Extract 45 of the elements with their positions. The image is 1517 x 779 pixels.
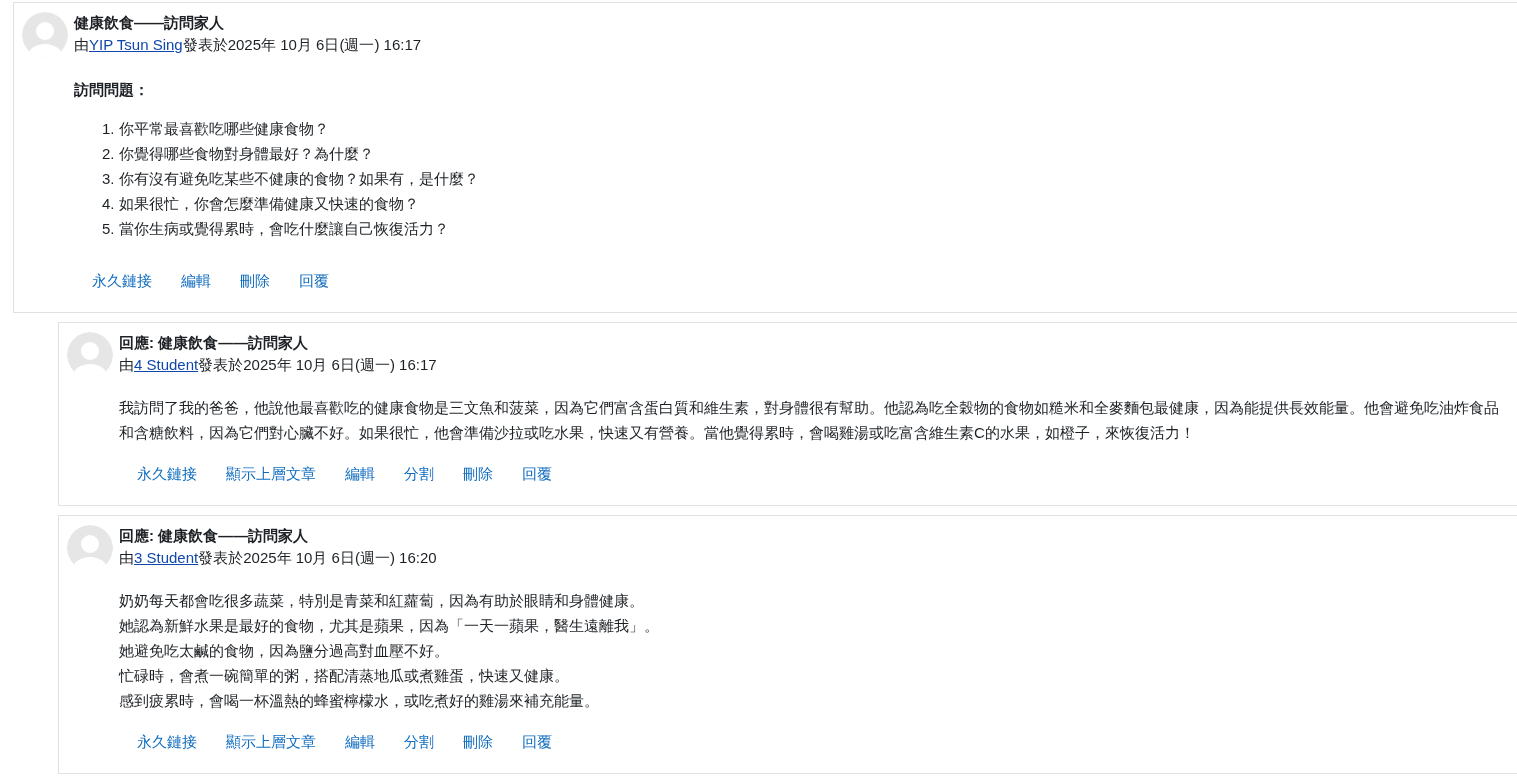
post-text-line: 她避免吃太鹹的食物，因為鹽分過高對血壓不好。	[119, 641, 450, 661]
author-link[interactable]: YIP Tsun Sing	[89, 36, 183, 53]
avatar-icon	[67, 332, 113, 378]
action-link[interactable]: 永久鏈接	[137, 731, 197, 753]
post-text-line: 她認為新鮮水果是最好的食物，尤其是蘋果，因為「一天一蘋果，醫生遠離我」。	[119, 616, 660, 636]
post-byline: 由YIP Tsun Sing發表於2025年 10月 6日(週一) 16:17	[74, 35, 423, 55]
action-link[interactable]: 永久鏈接	[137, 463, 197, 485]
list-number: 4.	[102, 194, 115, 214]
action-link[interactable]: 刪除	[240, 270, 270, 292]
avatar-icon	[67, 525, 113, 571]
post-text-line: 忙碌時，會煮一碗簡單的粥，搭配清蒸地瓜或煮雞蛋，快速又健康。	[119, 666, 570, 686]
action-link[interactable]: 編輯	[345, 731, 375, 753]
action-link[interactable]: 編輯	[345, 463, 375, 485]
author-link[interactable]: 3 Student	[134, 549, 199, 566]
action-link[interactable]: 刪除	[463, 463, 493, 485]
post-text-line: 感到疲累時，會喝一杯溫熱的蜂蜜檸檬水，或吃煮好的雞湯來補充能量。	[119, 691, 600, 711]
list-item-text: 你平常最喜歡吃哪些健康食物？	[118, 119, 329, 139]
author-link[interactable]: 4 Student	[134, 356, 199, 373]
post-paragraph: 我訪問了我的爸爸，他說他最喜歡吃的健康食物是三文魚和菠菜，因為它們富含蛋白質和維生素，對身體很有幫助。他認為吃全穀物的食物如糙米和全麥麵包最健康，因為能提供長效能量。他會避免吃油炸食品和含糖飲料，因為它們對心臟不好。如果很忙，他會準備沙拉或吃水果，快速又有營養。當他覺得累時，會喝雞湯或吃富含維生素C的水果，如橙子，來恢復活力！	[119, 398, 1500, 443]
avatar-icon	[22, 12, 68, 58]
post-text-line: 奶奶每天都會吃很多蔬菜，特別是青菜和紅蘿蔔，因為有助於眼睛和身體健康。	[119, 591, 645, 611]
post-title: 回應: 健康飲食——訪問家人	[119, 526, 310, 546]
action-link[interactable]: 分割	[404, 463, 434, 485]
action-link[interactable]: 回覆	[299, 270, 329, 292]
post-byline: 由4 Student發表於2025年 10月 6日(週一) 16:17	[119, 355, 438, 375]
post-title: 回應: 健康飲食——訪問家人	[119, 333, 310, 353]
action-link[interactable]: 顯示上層文章	[226, 731, 316, 753]
action-link[interactable]: 回覆	[522, 463, 552, 485]
list-item-text: 你有沒有避免吃某些不健康的食物？如果有，是什麼？	[118, 169, 479, 189]
list-number: 2.	[102, 144, 115, 164]
list-number: 5.	[102, 219, 115, 239]
list-item-text: 如果很忙，你會怎麼準備健康又快速的食物？	[118, 194, 419, 214]
action-link[interactable]: 回覆	[522, 731, 552, 753]
action-link[interactable]: 刪除	[463, 731, 493, 753]
action-link[interactable]: 永久鏈接	[92, 270, 152, 292]
action-link[interactable]: 顯示上層文章	[226, 463, 316, 485]
post-title: 健康飲食——訪問家人	[74, 13, 225, 33]
list-number: 1.	[102, 119, 115, 139]
list-item-text: 你覺得哪些食物對身體最好？為什麼？	[118, 144, 374, 164]
body-heading: 訪問問題：	[74, 80, 150, 100]
action-link[interactable]: 分割	[404, 731, 434, 753]
list-item-text: 當你生病或覺得累時，會吃什麼讓自己恢復活力？	[118, 219, 449, 239]
post-byline: 由3 Student發表於2025年 10月 6日(週一) 16:20	[119, 548, 438, 568]
list-number: 3.	[102, 169, 115, 189]
action-link[interactable]: 編輯	[181, 270, 211, 292]
